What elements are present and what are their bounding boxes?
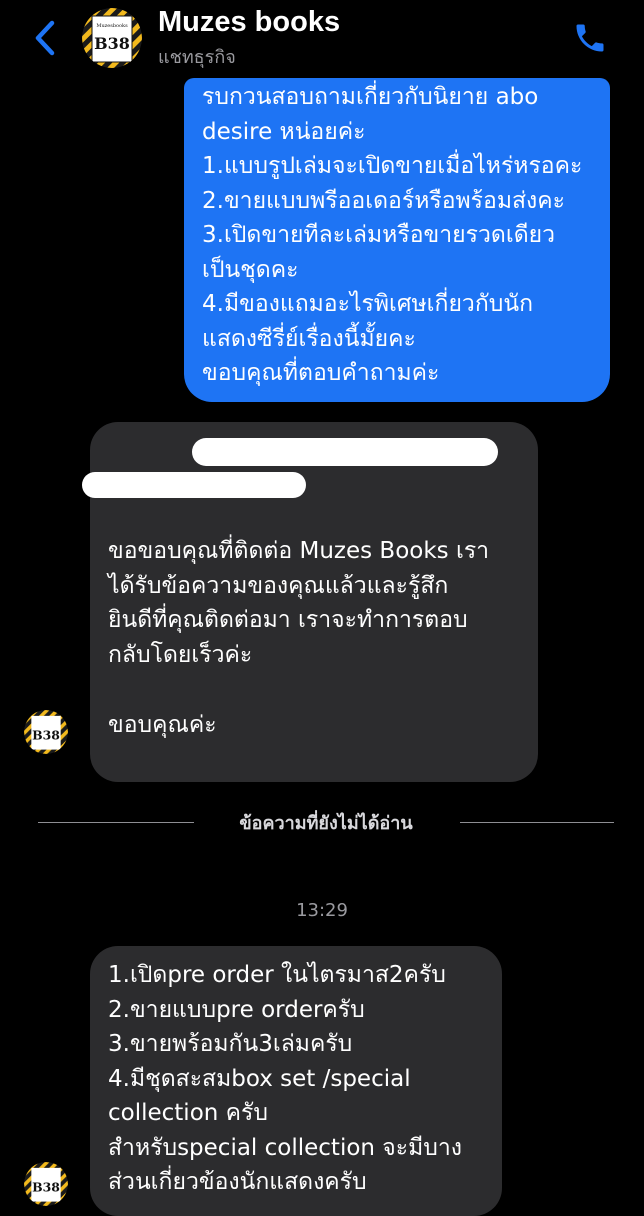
redaction-mark	[192, 438, 498, 466]
call-button[interactable]	[570, 18, 610, 58]
timestamp: 13:29	[296, 900, 348, 921]
avatar[interactable]: B38	[24, 710, 68, 754]
redaction-mark	[82, 472, 306, 498]
avatar-label: B38	[32, 1179, 60, 1194]
unread-divider-label: ข้อความที่ยังไม่ได้อ่าน	[239, 813, 413, 834]
contact-name[interactable]: Muzes books	[158, 6, 340, 39]
auto-reply-text: ขอขอบคุณที่ติดต่อ Muzes Books เรา ได้รับ…	[108, 538, 490, 668]
chevron-left-icon	[35, 20, 55, 56]
avatar[interactable]: Muzesbooks B38	[82, 8, 142, 68]
incoming-message[interactable]: 1.เปิดpre order ในไตรมาส2ครับ 2.ขายแบบpr…	[90, 946, 502, 1216]
outgoing-message[interactable]: รบกวนสอบถามเกี่ยวกับนิยาย abo desire หน่…	[184, 78, 610, 402]
incoming-message[interactable]: สวัสดีค่ะ ขอขอบคุณที่ติดต่อ Muzes Books …	[82, 422, 538, 782]
back-button[interactable]	[28, 18, 62, 58]
muzes-books-logo: B38	[24, 1162, 68, 1206]
chat-header: Muzesbooks B38 Muzes books แชทธุรกิจ	[0, 0, 644, 76]
avatar-label: B38	[32, 727, 60, 742]
avatar[interactable]: B38	[24, 1162, 68, 1206]
muzes-books-logo: B38	[24, 710, 68, 754]
unread-divider: ข้อความที่ยังไม่ได้อ่าน	[38, 808, 614, 838]
contact-subtitle: แชทธุรกิจ	[158, 47, 236, 68]
avatar-label-small: Muzesbooks	[96, 23, 128, 29]
phone-icon	[576, 24, 604, 52]
avatar-label: B38	[94, 34, 130, 53]
thanks-text: ขอบคุณค่ะ	[108, 712, 217, 738]
